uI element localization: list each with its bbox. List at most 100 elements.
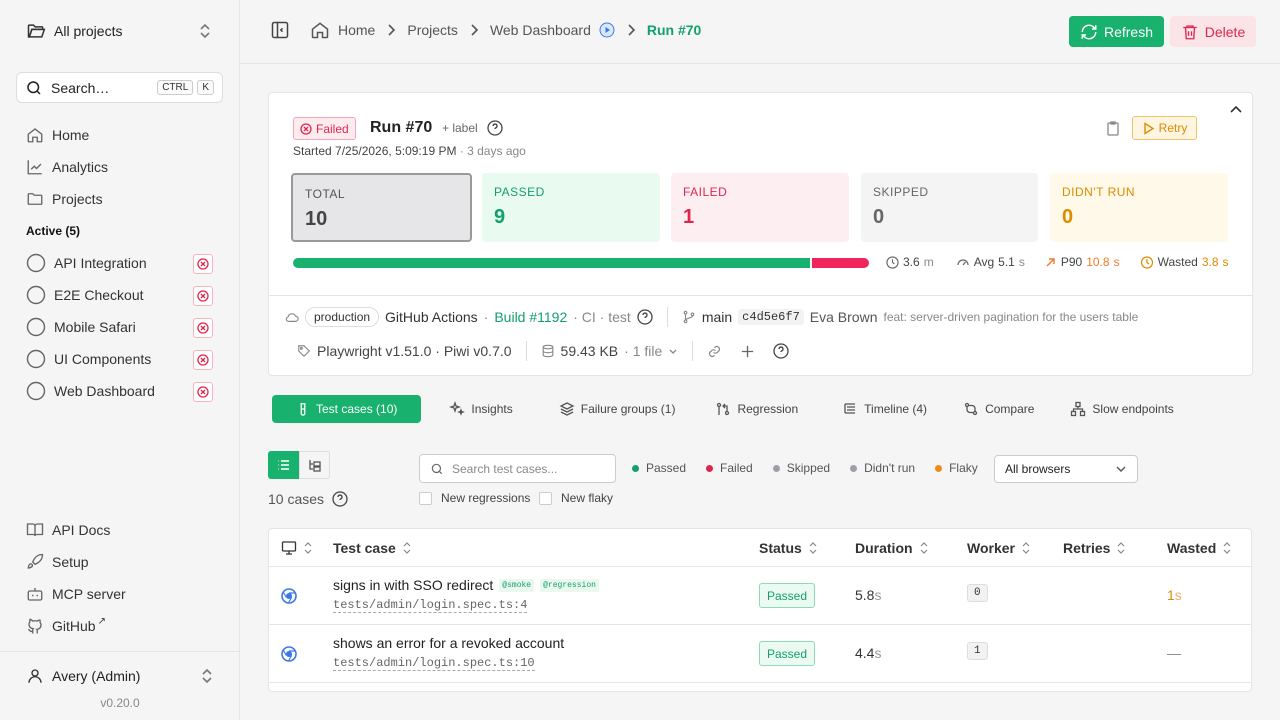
stat-didnt-run[interactable]: DIDN'T RUN 0	[1050, 173, 1228, 242]
breadcrumb-home[interactable]: Home	[338, 22, 375, 38]
p90-value: 10.8	[1086, 255, 1110, 269]
new-flaky-checkbox[interactable]	[539, 491, 552, 505]
wasted-unit: s	[1222, 255, 1229, 269]
duration-unit: s	[874, 587, 882, 603]
project-label: E2E Checkout	[54, 287, 144, 303]
worker-badge: 0	[967, 584, 988, 602]
delete-button[interactable]: Delete	[1170, 16, 1256, 47]
sidebar-search[interactable]: Search… CTRL K	[16, 72, 223, 103]
browser-select[interactable]: All browsers	[994, 455, 1138, 483]
retry-button[interactable]: Retry	[1132, 116, 1197, 140]
test-file-path[interactable]: tests/admin/login.spec.ts:4	[333, 599, 528, 613]
project-label: Mobile Safari	[54, 319, 136, 335]
folder-open-icon	[26, 21, 46, 41]
search-placeholder: Search test cases...	[452, 461, 558, 476]
clipboard-icon[interactable]	[1105, 120, 1121, 136]
tab-test-cases[interactable]: Test cases (10)	[272, 395, 422, 423]
refresh-button[interactable]: Refresh	[1069, 16, 1164, 47]
tab-failure-groups[interactable]: Failure groups (1)	[545, 395, 690, 423]
build-link[interactable]: Build #1192	[494, 309, 567, 325]
list-view-button[interactable]	[268, 451, 299, 479]
stat-passed[interactable]: PASSED 9	[482, 173, 660, 242]
legend-skipped[interactable]: Skipped	[772, 461, 830, 475]
legend-didnt-run[interactable]: Didn't run	[850, 461, 915, 475]
table-row[interactable]: shows an error for a revoked account tes…	[269, 625, 1251, 683]
sidebar-project-ui-components[interactable]: UI Components	[26, 347, 151, 371]
help-circle-icon[interactable]	[487, 120, 503, 136]
x-circle-icon	[300, 122, 312, 135]
gauge-icon	[956, 255, 970, 269]
new-regressions-checkbox[interactable]	[419, 491, 432, 505]
legend-passed[interactable]: Passed	[632, 461, 686, 475]
new-flaky-filter[interactable]: New flaky	[539, 491, 613, 505]
sidebar-project-mobile-safari[interactable]: Mobile Safari	[26, 315, 136, 339]
duration-unit: s	[874, 645, 882, 661]
sidebar-link-api-docs[interactable]: API Docs	[26, 518, 110, 542]
add-label-button[interactable]: + label	[442, 121, 478, 135]
link-icon[interactable]	[707, 344, 722, 359]
tab-slow-endpoints[interactable]: Slow endpoints	[1056, 395, 1187, 423]
retry-label: Retry	[1158, 121, 1188, 135]
tab-compare[interactable]: Compare	[949, 395, 1048, 423]
stat-total[interactable]: TOTAL 10	[291, 173, 472, 242]
tab-timeline[interactable]: Timeline (4)	[828, 395, 941, 423]
project-selector[interactable]: All projects	[16, 14, 222, 48]
sidebar-project-e2e-checkout[interactable]: E2E Checkout	[26, 283, 144, 307]
column-header-retries[interactable]: Retries	[1063, 529, 1126, 566]
stat-label: FAILED	[683, 185, 728, 199]
report-files[interactable]: · 1 file	[624, 343, 662, 359]
tab-insights[interactable]: Insights	[435, 395, 526, 423]
plus-icon[interactable]	[740, 344, 755, 359]
sidebar-toggle-icon[interactable]	[270, 20, 290, 40]
test-file-path[interactable]: tests/admin/login.spec.ts:10	[333, 657, 535, 671]
sidebar-item-home[interactable]: Home	[26, 123, 89, 147]
breadcrumb-projects[interactable]: Projects	[407, 22, 458, 38]
chevron-up-icon[interactable]	[1229, 103, 1243, 117]
column-header-wasted[interactable]: Wasted	[1167, 529, 1232, 566]
p90-label: P90	[1060, 255, 1083, 269]
status-text: Failed	[316, 121, 349, 136]
column-header-status[interactable]: Status	[759, 529, 818, 566]
sidebar-project-web-dashboard[interactable]: Web Dashboard	[26, 379, 155, 403]
column-label: Worker	[967, 539, 1015, 556]
active-section-title: Active (5)	[26, 224, 81, 238]
sidebar-link-mcp-server[interactable]: MCP server	[26, 582, 126, 606]
test-case-search[interactable]: Search test cases...	[419, 454, 616, 483]
column-header-browser[interactable]	[281, 529, 313, 566]
column-header-worker[interactable]: Worker	[967, 529, 1031, 566]
legend-flaky[interactable]: Flaky	[935, 461, 978, 475]
breadcrumb-web-dashboard[interactable]: Web Dashboard	[490, 22, 591, 38]
stat-failed[interactable]: FAILED 1	[671, 173, 849, 242]
table-row[interactable]: signs in with SSO redirect @smoke @regre…	[269, 567, 1251, 625]
test-name[interactable]: signs in with SSO redirect	[333, 577, 493, 593]
test-tag: @regression	[540, 578, 599, 592]
failed-status-icon	[193, 382, 213, 402]
tab-regression[interactable]: Regression	[701, 395, 812, 423]
sidebar-item-analytics[interactable]: Analytics	[26, 155, 108, 179]
legend-failed[interactable]: Failed	[706, 461, 753, 475]
commit-sha[interactable]: c4d5e6f7	[738, 309, 804, 325]
tree-view-button[interactable]	[299, 451, 330, 479]
help-circle-icon[interactable]	[773, 343, 789, 359]
chrome-icon	[281, 588, 297, 604]
project-label: UI Components	[54, 351, 152, 367]
sidebar-link-setup[interactable]: Setup	[26, 550, 89, 574]
sidebar-link-github[interactable]: GitHub ↗	[26, 614, 106, 638]
sparkles-icon	[449, 401, 466, 417]
run-title: Run #70	[370, 119, 433, 136]
worker-badge: 1	[967, 642, 988, 660]
timer-icon	[1140, 255, 1154, 269]
test-name[interactable]: shows an error for a revoked account	[333, 635, 564, 651]
sidebar-project-api-integration[interactable]: API Integration	[26, 251, 147, 275]
sidebar-item-label: Projects	[52, 191, 103, 207]
user-menu[interactable]: Avery (Admin)	[0, 651, 240, 700]
new-regressions-filter[interactable]: New regressions	[419, 491, 530, 505]
chevron-down-icon[interactable]	[668, 346, 678, 356]
sidebar-item-projects[interactable]: Projects	[26, 187, 103, 211]
stat-skipped[interactable]: SKIPPED 0	[861, 173, 1038, 242]
column-header-test-case[interactable]: Test case	[333, 529, 412, 566]
help-circle-icon[interactable]	[332, 491, 348, 507]
help-circle-icon[interactable]	[637, 309, 653, 325]
column-header-duration[interactable]: Duration	[855, 529, 929, 566]
chevrons-up-down-icon	[198, 22, 212, 40]
